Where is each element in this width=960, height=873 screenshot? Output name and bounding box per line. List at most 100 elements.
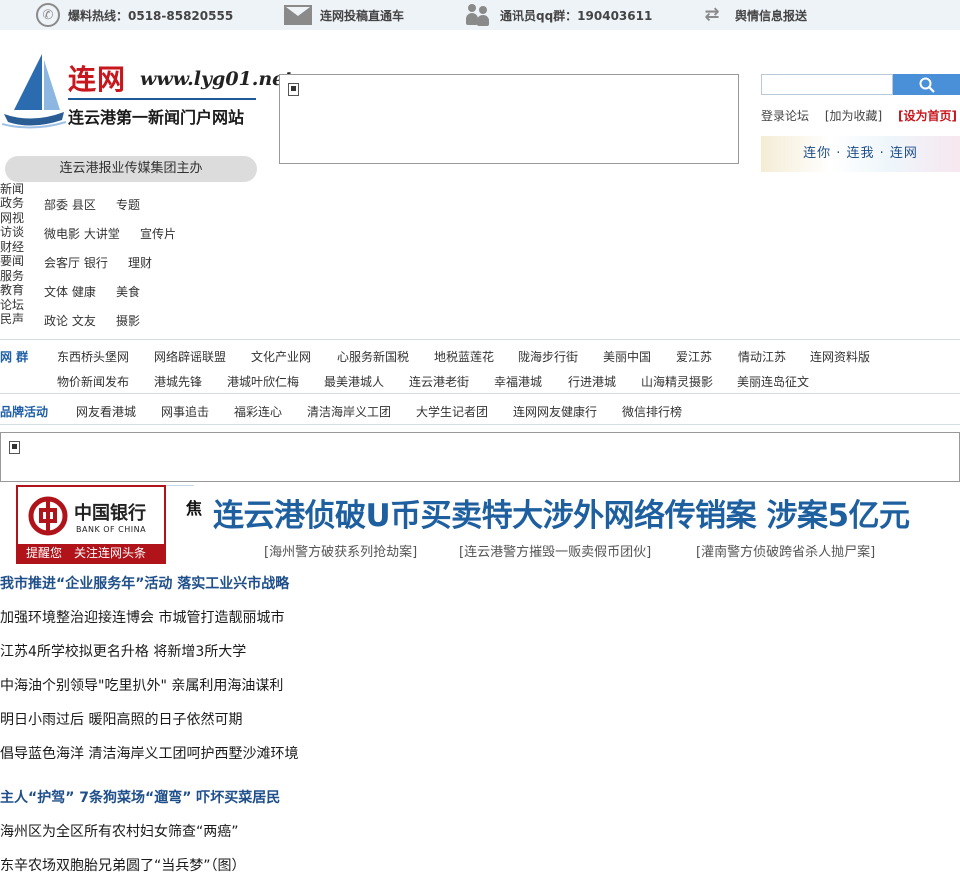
channel-link[interactable]: 微电影 大讲堂 xyxy=(44,225,120,242)
qq-group: 通讯员qq群：190403611 xyxy=(466,0,652,30)
forum-login-link[interactable]: 登录论坛 xyxy=(761,109,809,123)
site-logo[interactable]: 连网 www.lyg01.net 连云港第一新闻门户网站 xyxy=(2,50,293,134)
hotline-text: 爆料热线：0518-85820555 xyxy=(68,8,234,23)
sub-headline-link[interactable]: [灌南警方侦破跨省杀人抛尸案] xyxy=(696,541,875,560)
top-headline[interactable]: 连云港侦破U币买卖特大涉外网络传销案 涉案5亿元 xyxy=(213,490,910,535)
sponsor-label: 连云港报业传媒集团主办 xyxy=(5,156,257,182)
top-bar: ✆ 爆料热线：0518-85820555 连网投稿直通车 通讯员qq群：1904… xyxy=(0,0,960,30)
banner-ad-frame xyxy=(0,432,960,482)
sub-headline-link[interactable]: [连云港警方摧毁一贩卖假币团伙] xyxy=(459,541,651,560)
submit-link[interactable]: 连网投稿直通车 xyxy=(284,0,404,30)
brand-link[interactable]: 网友看港城 xyxy=(76,403,136,420)
channel-link[interactable]: 会客厅 银行 xyxy=(44,254,108,271)
utility-links: 登录论坛 [加为收藏] [设为首页] xyxy=(761,107,957,124)
divider xyxy=(0,424,960,425)
boc-caption-text: 提醒您 关注连网头条 xyxy=(26,546,147,560)
channel-label[interactable]: 财经 xyxy=(0,240,24,254)
news-item[interactable]: 我市推进“企业服务年”活动 落实工业兴市战略 xyxy=(0,573,289,593)
report-link[interactable]: ⇄ 舆情信息报送 xyxy=(697,0,807,30)
channel-link[interactable]: 文体 健康 xyxy=(44,283,96,300)
channel-link[interactable]: 理财 xyxy=(128,254,152,271)
logo-divider xyxy=(68,98,256,100)
logo-domain: www.lyg01.net xyxy=(140,68,294,90)
set-homepage-link[interactable]: [设为首页] xyxy=(898,109,957,123)
transfer-arrows-icon: ⇄ xyxy=(704,4,720,25)
logo-name: 连网 xyxy=(68,63,127,96)
network-link[interactable]: 心服务新国税 xyxy=(337,348,409,365)
brand-link[interactable]: 连网网友健康行 xyxy=(513,403,597,420)
network-link[interactable]: 幸福港城 xyxy=(494,373,542,390)
network-link[interactable]: 物价新闻发布 xyxy=(57,373,129,390)
search-icon xyxy=(919,77,935,93)
news-item[interactable]: 倡导蓝色海洋 清洁海岸义工团呵护西墅沙滩环境 xyxy=(0,743,298,763)
network-link[interactable]: 美丽连岛征文 xyxy=(737,373,809,390)
submit-text: 连网投稿直通车 xyxy=(320,8,405,23)
channel-link[interactable]: 摄影 xyxy=(116,312,140,329)
news-item[interactable]: 主人“护驾” 7条狗菜场“遛弯” 吓坏买菜居民 xyxy=(0,787,280,807)
network-link[interactable]: 文化产业网 xyxy=(251,348,311,365)
broken-image-icon xyxy=(9,441,20,454)
news-item[interactable]: 东辛农场双胞胎兄弟圆了“当兵梦”（图） xyxy=(0,855,246,873)
boc-caption: 提醒您 关注连网头条 xyxy=(18,544,164,562)
broken-image-icon xyxy=(288,83,299,96)
channel-label[interactable]: 教育 xyxy=(0,283,24,297)
news-item[interactable]: 中海油个别领导"吃里扒外" 亲属利用海油谋利 xyxy=(0,675,283,695)
network-link[interactable]: 最美港城人 xyxy=(324,373,384,390)
sub-headline-link[interactable]: [海州警方破获系列抢劫案] xyxy=(264,541,417,560)
network-link[interactable]: 港城先锋 xyxy=(154,373,202,390)
channel-label[interactable]: 论坛 xyxy=(0,298,24,312)
network-link[interactable]: 地税蓝莲花 xyxy=(434,348,494,365)
network-link[interactable]: 连网资料版 xyxy=(810,348,870,365)
channel-link[interactable]: 宣传片 xyxy=(140,225,176,242)
channel-label[interactable]: 服务 xyxy=(0,269,24,283)
channel-label[interactable]: 新闻 xyxy=(0,182,24,196)
channel-label[interactable]: 网视 xyxy=(0,211,24,225)
search-input[interactable] xyxy=(761,74,893,95)
slogan-banner: 连你 · 连我 · 连网 xyxy=(761,136,960,172)
network-link[interactable]: 东西桥头堡网 xyxy=(57,348,129,365)
network-link[interactable]: 港城叶欣仁梅 xyxy=(227,373,299,390)
divider xyxy=(0,393,960,394)
news-item[interactable]: 海州区为全区所有农村妇女筛查“两癌” xyxy=(0,821,239,841)
boc-english-name: BANK OF CHINA xyxy=(76,525,147,534)
brand-link[interactable]: 清洁海岸义工团 xyxy=(307,403,391,420)
bank-of-china-logo-icon xyxy=(28,496,68,536)
channel-link[interactable]: 美食 xyxy=(116,283,140,300)
news-item[interactable]: 江苏4所学校拟更名升格 将新增3所大学 xyxy=(0,641,246,661)
hotline: ✆ 爆料热线：0518-85820555 xyxy=(36,0,233,30)
channel-label[interactable]: 民声 xyxy=(0,312,24,326)
clipped-label: 焦 xyxy=(186,499,203,518)
network-link[interactable]: 网络辟谣联盟 xyxy=(154,348,226,365)
brand-link[interactable]: 大学生记者团 xyxy=(416,403,488,420)
envelope-icon xyxy=(284,5,312,25)
report-text: 舆情信息报送 xyxy=(735,8,808,23)
channel-link[interactable]: 专题 xyxy=(116,196,140,213)
brand-link[interactable]: 福彩连心 xyxy=(234,403,282,420)
bank-of-china-ad[interactable]: 中国银行 BANK OF CHINA 提醒您 关注连网头条 xyxy=(16,485,166,564)
people-icon xyxy=(466,4,492,26)
network-link[interactable]: 山海精灵摄影 xyxy=(641,373,713,390)
divider xyxy=(0,339,960,340)
divider xyxy=(166,485,194,486)
search-button[interactable] xyxy=(893,74,960,95)
channel-link[interactable]: 政论 文友 xyxy=(44,312,96,329)
header-ad-frame xyxy=(279,74,739,164)
channel-label[interactable]: 要闻 xyxy=(0,254,24,268)
channel-link[interactable]: 部委 县区 xyxy=(44,196,96,213)
network-link[interactable]: 连云港老街 xyxy=(409,373,469,390)
channel-label[interactable]: 政务 xyxy=(0,196,24,210)
channel-label[interactable]: 访谈 xyxy=(0,225,24,239)
network-link[interactable]: 行进港城 xyxy=(568,373,616,390)
brand-link[interactable]: 微信排行榜 xyxy=(622,403,682,420)
news-item[interactable]: 明日小雨过后 暖阳高照的日子依然可期 xyxy=(0,709,242,729)
brand-link[interactable]: 网事追击 xyxy=(161,403,209,420)
network-link[interactable]: 美丽中国 xyxy=(603,348,651,365)
add-favorite-link[interactable]: [加为收藏] xyxy=(825,109,882,123)
news-item[interactable]: 加强环境整治迎接连博会 市城管打造靓丽城市 xyxy=(0,607,284,627)
network-link[interactable]: 情动江苏 xyxy=(738,348,786,365)
network-link[interactable]: 爱江苏 xyxy=(676,348,712,365)
network-link[interactable]: 陇海步行街 xyxy=(518,348,578,365)
phone-icon: ✆ xyxy=(36,3,60,27)
qq-text: 通讯员qq群：190403611 xyxy=(500,8,653,23)
boc-logo-area: 中国银行 BANK OF CHINA xyxy=(18,487,164,544)
